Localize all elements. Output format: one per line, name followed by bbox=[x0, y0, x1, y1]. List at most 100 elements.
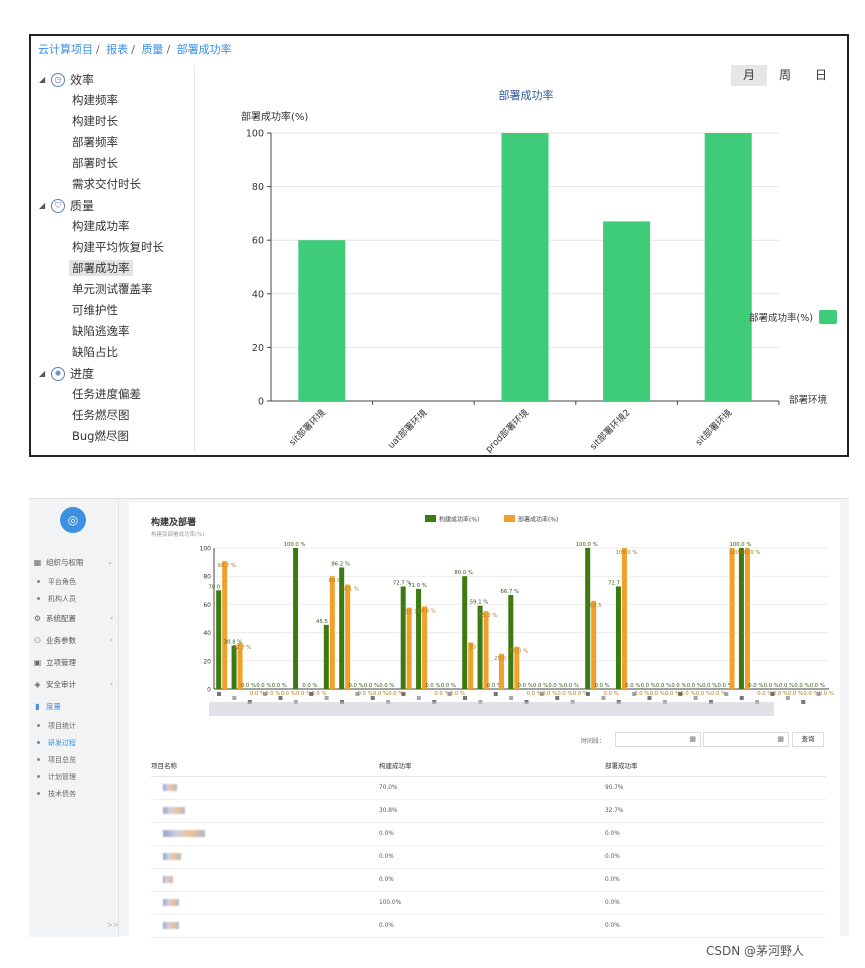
nav-group-4[interactable]: ▣ 立项管理 bbox=[33, 651, 119, 673]
project-name-cell[interactable] bbox=[151, 891, 379, 915]
calendar-icon[interactable]: ▦ bbox=[777, 735, 784, 743]
nav-sub-item[interactable]: 计划管理 bbox=[33, 768, 119, 785]
col-header-deploy-rate[interactable]: 部署成功率 bbox=[605, 755, 826, 777]
table-row[interactable]: 30.8% 32.7% bbox=[151, 799, 826, 823]
tree-item[interactable]: 单元测试覆盖率 bbox=[39, 279, 194, 300]
bar[interactable] bbox=[704, 133, 752, 401]
table-row[interactable]: 0.0% 0.0% bbox=[151, 914, 826, 938]
nav-group-3[interactable]: ⚇ 业务参数 ‹ bbox=[33, 629, 119, 651]
calendar-icon[interactable]: ▦ bbox=[689, 735, 696, 743]
nav-sub-item[interactable]: 平台角色 bbox=[33, 573, 119, 590]
x-tick-label-blurred bbox=[647, 696, 652, 700]
col-header-build-rate[interactable]: 构建成功率 bbox=[379, 755, 605, 777]
bar[interactable] bbox=[293, 548, 299, 689]
project-name-cell[interactable] bbox=[151, 776, 379, 800]
legend-swatch[interactable] bbox=[504, 515, 515, 522]
tree-item[interactable]: 部署时长 bbox=[39, 153, 194, 174]
bar[interactable] bbox=[329, 576, 335, 689]
table-row[interactable]: 70.0% 90.7% bbox=[151, 776, 826, 800]
nav-sub-item[interactable]: 技术债务 bbox=[33, 785, 119, 802]
tree-group-3[interactable]: ◢ ✺ 进度 bbox=[39, 363, 194, 384]
tree-item-label: Bug燃尽图 bbox=[72, 429, 129, 443]
table-row[interactable]: 0.0% 0.0% bbox=[151, 845, 826, 869]
tree-item[interactable]: 任务燃尽图 bbox=[39, 405, 194, 426]
nav-sub-item[interactable]: 项目总览 bbox=[33, 751, 119, 768]
nav-sub-item[interactable]: 机构人员 bbox=[33, 590, 119, 607]
bar[interactable] bbox=[406, 607, 412, 689]
tree-item[interactable]: Bug燃尽图 bbox=[39, 426, 194, 447]
legend-swatch[interactable] bbox=[425, 515, 436, 522]
bar[interactable] bbox=[400, 586, 406, 689]
sidebar-collapse-icon[interactable]: >> bbox=[107, 921, 119, 929]
tree-item[interactable]: 需求交付时长 bbox=[39, 174, 194, 195]
caret-down-icon[interactable]: ◢ bbox=[39, 201, 51, 210]
bar[interactable] bbox=[501, 133, 549, 401]
bar[interactable] bbox=[603, 221, 651, 401]
tree-item[interactable]: 可维护性 bbox=[39, 300, 194, 321]
bar[interactable] bbox=[462, 576, 468, 689]
table-row[interactable]: 0.0% 0.0% bbox=[151, 822, 826, 846]
data-label: 100.0 % bbox=[729, 542, 751, 548]
tree-group-1[interactable]: ◢ ◷ 效率 bbox=[39, 69, 194, 90]
bar[interactable] bbox=[591, 600, 597, 689]
nav-group-1[interactable]: ▦ 组织与权限 ⌄ bbox=[33, 551, 119, 573]
bar[interactable] bbox=[621, 548, 627, 689]
x-tick-label-blurred bbox=[416, 696, 421, 700]
bar[interactable] bbox=[615, 586, 621, 689]
end-date-input[interactable]: ▦ bbox=[703, 732, 789, 747]
bar[interactable] bbox=[416, 588, 422, 689]
project-name-cell[interactable] bbox=[151, 822, 379, 846]
table-row[interactable]: 100.0% 0.0% bbox=[151, 891, 826, 915]
project-name-cell[interactable] bbox=[151, 799, 379, 823]
bar[interactable] bbox=[585, 548, 591, 689]
nav-group-5[interactable]: ◈ 安全审计 ‹ bbox=[33, 673, 119, 695]
breadcrumb-project-link[interactable]: 云计算项目 bbox=[38, 43, 93, 56]
tree-item[interactable]: 任务进度偏差 bbox=[39, 384, 194, 405]
nav-group-2[interactable]: ⚙ 系统配置 ‹ bbox=[33, 607, 119, 629]
bar[interactable] bbox=[222, 561, 228, 689]
tree-item[interactable]: 缺陷逃逸率 bbox=[39, 321, 194, 342]
data-label: 58.6 % bbox=[417, 608, 436, 614]
bar[interactable] bbox=[231, 645, 237, 689]
shield-icon: ◈ bbox=[34, 679, 41, 689]
legend-swatch[interactable] bbox=[819, 310, 837, 324]
breadcrumb-reports-link[interactable]: 报表 bbox=[106, 43, 128, 56]
bar[interactable] bbox=[298, 240, 346, 401]
bar[interactable] bbox=[422, 606, 428, 689]
caret-down-icon[interactable]: ◢ bbox=[39, 369, 51, 378]
bar[interactable] bbox=[345, 584, 351, 689]
data-label: 0.0 % bbox=[557, 691, 572, 697]
project-name-cell[interactable] bbox=[151, 914, 379, 938]
query-button[interactable]: 查询 bbox=[792, 732, 824, 747]
y-tick-label: 100 bbox=[200, 546, 212, 553]
col-header-project[interactable]: 项目名称 bbox=[151, 755, 379, 777]
tree-item[interactable]: 构建频率 bbox=[39, 90, 194, 111]
x-tick-label-blurred bbox=[539, 692, 544, 696]
bar[interactable] bbox=[216, 590, 222, 689]
table-row[interactable]: 0.0% 0.0% bbox=[151, 868, 826, 892]
caret-down-icon[interactable]: ◢ bbox=[39, 75, 51, 84]
bar[interactable] bbox=[483, 611, 489, 689]
bar[interactable] bbox=[323, 624, 329, 689]
y-tick-label: 60 bbox=[252, 236, 264, 247]
tree-item[interactable]: 缺陷占比 bbox=[39, 342, 194, 363]
x-tick-label-blurred bbox=[324, 696, 329, 700]
tree-item[interactable]: 部署成功率 bbox=[39, 258, 194, 279]
bar[interactable] bbox=[729, 548, 735, 689]
tree-item[interactable]: 部署频率 bbox=[39, 132, 194, 153]
bar[interactable] bbox=[508, 594, 514, 689]
nav-sub-item[interactable]: 项目统计 bbox=[33, 717, 119, 734]
start-date-input[interactable]: ▦ bbox=[615, 732, 701, 747]
project-name-cell[interactable] bbox=[151, 845, 379, 869]
tree-item[interactable]: 构建时长 bbox=[39, 111, 194, 132]
tree-item[interactable]: 构建平均恢复时长 bbox=[39, 237, 194, 258]
nav-sub-item[interactable]: 研发过程 bbox=[33, 734, 119, 751]
project-name-cell[interactable] bbox=[151, 868, 379, 892]
data-label: 86.2 % bbox=[331, 561, 350, 567]
bar[interactable] bbox=[744, 548, 750, 689]
nav-group-6[interactable]: ▮ 度量 bbox=[33, 695, 119, 717]
bar[interactable] bbox=[738, 548, 744, 689]
breadcrumb-quality-link[interactable]: 质量 bbox=[141, 43, 163, 56]
tree-item[interactable]: 构建成功率 bbox=[39, 216, 194, 237]
tree-group-2[interactable]: ◢ ⛉ 质量 bbox=[39, 195, 194, 216]
